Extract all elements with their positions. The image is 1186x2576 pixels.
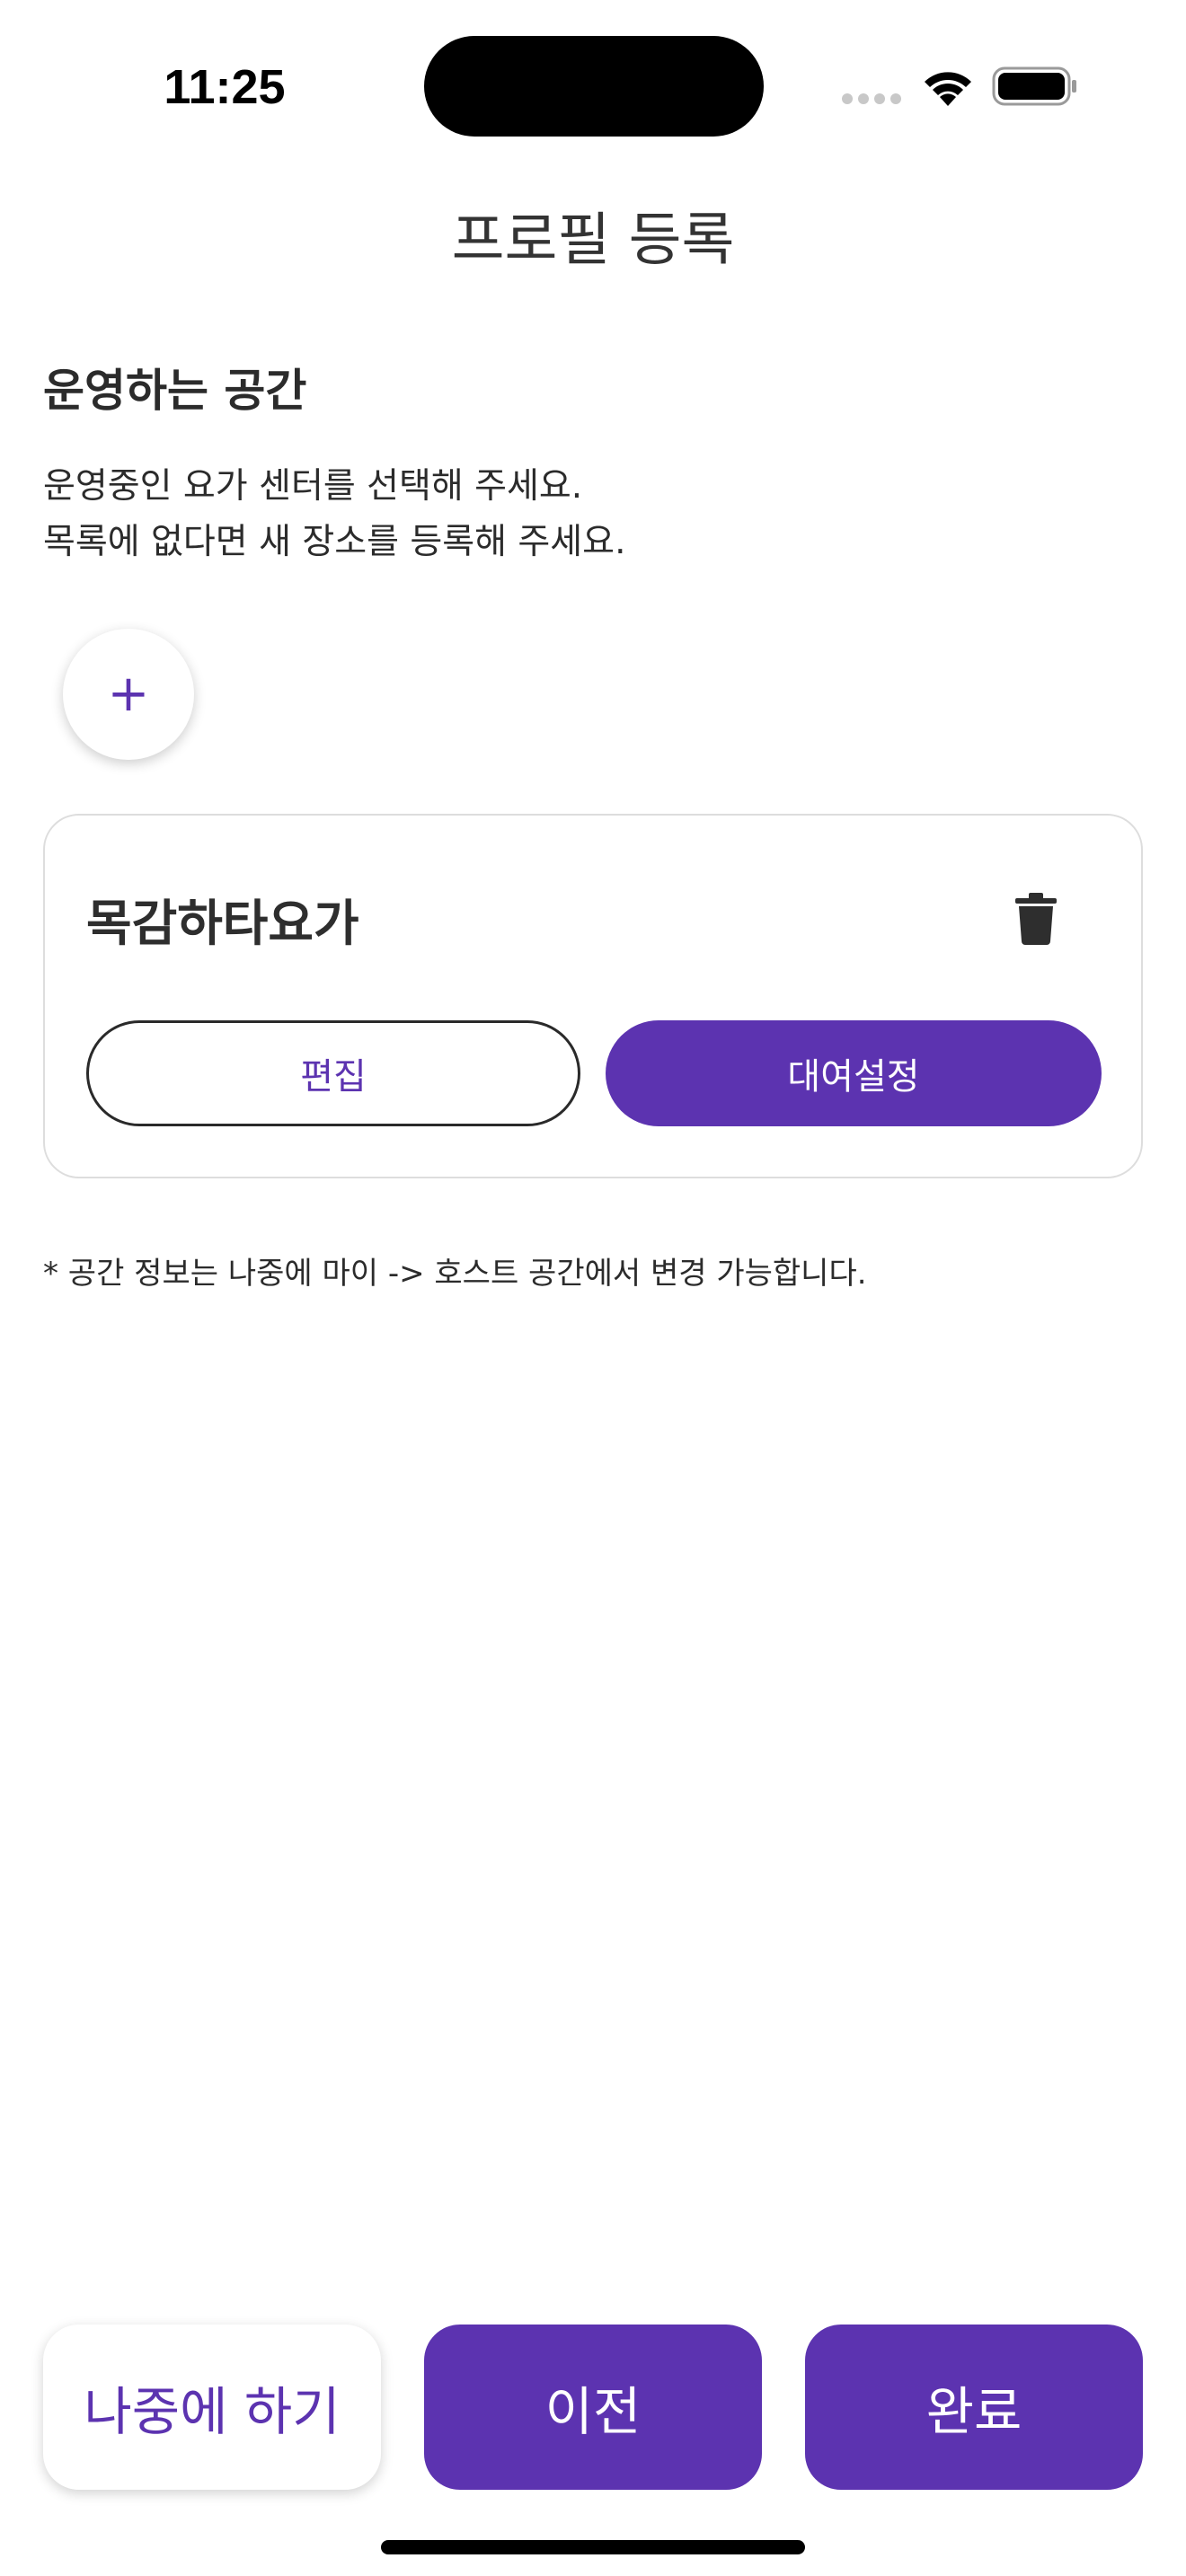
page-title: 프로필 등록 <box>451 207 735 274</box>
rent-settings-button[interactable]: 대여설정 <box>606 1020 1102 1126</box>
edit-button[interactable]: 편집 <box>86 1020 580 1126</box>
battery-icon <box>992 66 1076 106</box>
trash-icon[interactable] <box>1015 893 1057 945</box>
section-description-line2: 목록에 없다면 새 장소를 등록해 주세요. <box>43 522 626 562</box>
section-title: 운영하는 공간 <box>43 365 307 417</box>
add-space-button[interactable]: + <box>63 629 194 760</box>
home-indicator <box>381 2540 805 2554</box>
dynamic-island <box>424 36 764 137</box>
space-card: 목감하타요가 편집 대여설정 <box>43 814 1143 1178</box>
done-button[interactable]: 완료 <box>805 2325 1143 2490</box>
section-description-line1: 운영중인 요가 센터를 선택해 주세요. <box>43 466 583 507</box>
previous-button[interactable]: 이전 <box>424 2325 762 2490</box>
space-name: 목감하타요가 <box>86 895 359 952</box>
status-time: 11:25 <box>164 60 286 114</box>
cellular-signal-icon <box>842 93 901 104</box>
later-button[interactable]: 나중에 하기 <box>43 2325 381 2490</box>
wifi-icon <box>925 72 971 106</box>
plus-icon: + <box>107 665 150 723</box>
footnote: * 공간 정보는 나중에 마이 -> 호스트 공간에서 변경 가능합니다. <box>43 1256 867 1292</box>
